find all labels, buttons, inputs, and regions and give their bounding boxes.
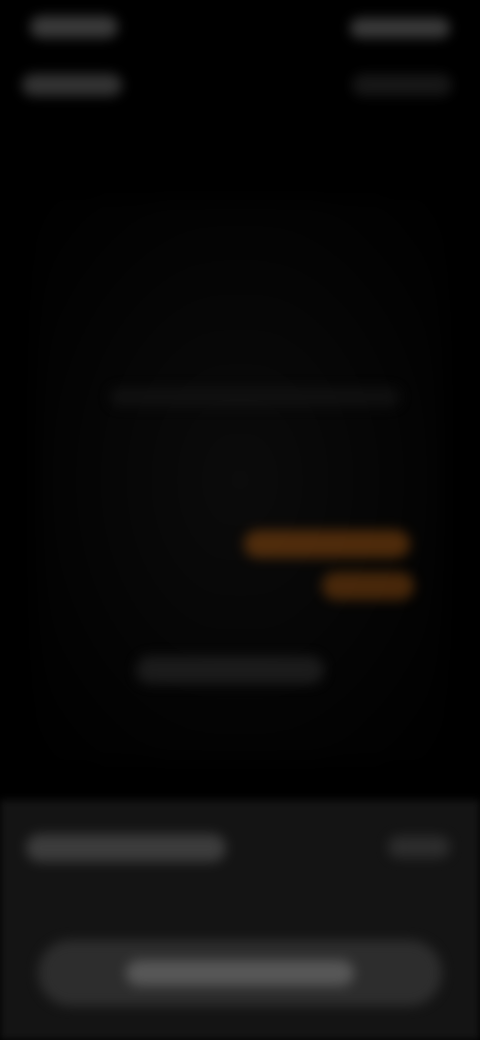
status-extra-icons — [352, 74, 452, 96]
overlay-headline — [110, 388, 400, 406]
status-icons — [350, 18, 450, 38]
bottom-sheet-action-link[interactable] — [388, 836, 450, 858]
status-carrier — [22, 74, 122, 96]
bottom-sheet-title-text — [26, 834, 27, 835]
app-screen — [0, 0, 480, 1040]
accent-text-line-1-text — [244, 530, 245, 531]
primary-action-button-text — [126, 960, 127, 961]
bottom-sheet-title — [26, 834, 226, 862]
status-time — [30, 16, 118, 38]
accent-text-line-2 — [322, 572, 414, 600]
primary-action-button-label — [126, 960, 354, 986]
secondary-text-line-text — [136, 656, 137, 657]
secondary-text-line — [136, 656, 324, 684]
accent-text-line-1 — [244, 530, 410, 558]
status-carrier-text — [22, 74, 23, 75]
bottom-sheet-action-text — [388, 836, 389, 837]
overlay-headline-text — [110, 388, 111, 389]
accent-text-line-2-text — [322, 572, 323, 573]
status-time-text — [30, 16, 31, 17]
